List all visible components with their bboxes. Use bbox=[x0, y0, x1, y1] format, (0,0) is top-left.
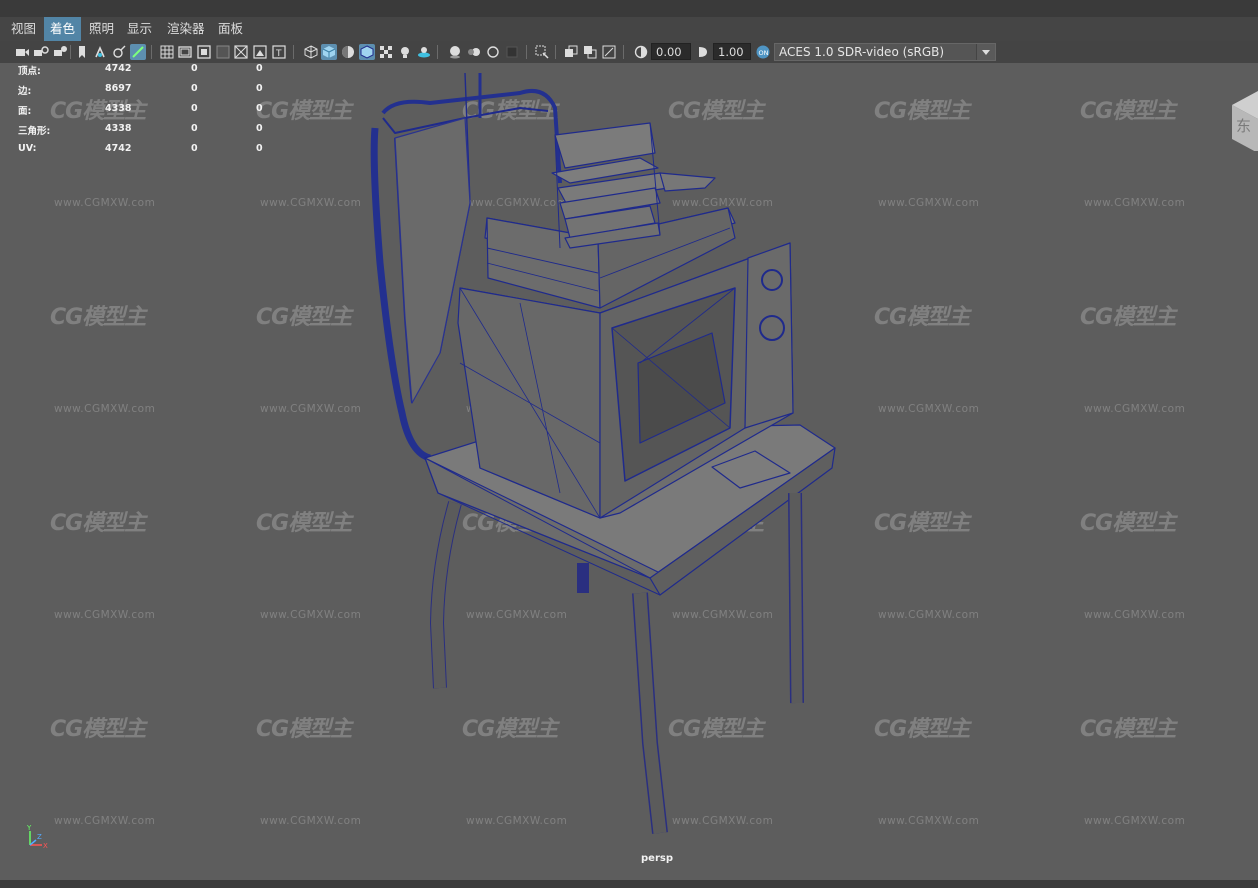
svg-text:ON: ON bbox=[759, 49, 769, 57]
chevron-down-icon bbox=[976, 44, 995, 60]
bottom-bar bbox=[0, 880, 1258, 888]
wireframe-on-shaded-icon[interactable] bbox=[359, 44, 375, 60]
depth-of-field-icon[interactable] bbox=[504, 44, 520, 60]
toolbar-separator bbox=[293, 45, 294, 59]
anti-aliasing-icon[interactable] bbox=[485, 44, 501, 60]
ambient-occlusion-icon[interactable] bbox=[447, 44, 463, 60]
view-transform-value: ACES 1.0 SDR-video (sRGB) bbox=[779, 45, 945, 59]
svg-text:T: T bbox=[275, 49, 282, 59]
svg-text:Y: Y bbox=[26, 824, 32, 832]
camera-icon[interactable] bbox=[14, 44, 30, 60]
camera-label: persp bbox=[641, 853, 673, 864]
view-transform-dropdown[interactable]: ACES 1.0 SDR-video (sRGB) bbox=[774, 43, 996, 61]
exposure-field[interactable]: 0.00 bbox=[651, 43, 691, 60]
film-gate-icon[interactable] bbox=[177, 44, 193, 60]
exposure-icon[interactable] bbox=[633, 44, 649, 60]
toolbar-separator bbox=[437, 45, 438, 59]
xray-active-components-icon[interactable] bbox=[582, 44, 598, 60]
viewport-toolbar: T 0.00 1.00 ON ACES 1.0 SDR-video (sRGB) bbox=[0, 41, 1258, 63]
smooth-shade-icon[interactable] bbox=[321, 44, 337, 60]
2d-pan-zoom-icon[interactable] bbox=[92, 44, 108, 60]
wireframe-model[interactable] bbox=[0, 63, 1258, 880]
image-plane-icon[interactable] bbox=[74, 44, 90, 60]
safe-action-icon[interactable] bbox=[252, 44, 268, 60]
menu-shading[interactable]: 着色 bbox=[44, 17, 82, 41]
menu-renderer[interactable]: 渲染器 bbox=[161, 17, 211, 41]
toolbar-separator bbox=[70, 45, 71, 59]
xray-icon[interactable] bbox=[563, 44, 579, 60]
view-cube-label: 东 bbox=[1236, 117, 1251, 135]
bookmark-icon[interactable] bbox=[52, 44, 68, 60]
menu-view[interactable]: 视图 bbox=[5, 17, 42, 41]
menu-show[interactable]: 显示 bbox=[121, 17, 158, 41]
viewport-menubar: 视图 着色 照明 显示 渲染器 面板 bbox=[0, 17, 1258, 41]
wireframe-icon[interactable] bbox=[303, 44, 319, 60]
grease-pencil-icon[interactable] bbox=[111, 44, 127, 60]
gamma-field[interactable]: 1.00 bbox=[713, 43, 751, 60]
gamma-icon[interactable] bbox=[695, 44, 711, 60]
default-material-icon[interactable] bbox=[340, 44, 356, 60]
axis-indicator: Y X Z bbox=[22, 823, 52, 853]
svg-text:X: X bbox=[43, 842, 48, 850]
grid-icon[interactable] bbox=[159, 44, 175, 60]
pencil-icon[interactable] bbox=[130, 44, 146, 60]
isolate-select-icon[interactable] bbox=[534, 44, 550, 60]
shadows-icon[interactable] bbox=[416, 44, 432, 60]
resolution-gate-icon[interactable] bbox=[196, 44, 212, 60]
3d-viewport[interactable]: 顶点: 4742 0 0 边: 8697 0 0 面: 4338 0 0 三角形: 4338 0 0 UV: 47… bbox=[0, 63, 1258, 880]
toolbar-separator bbox=[555, 45, 556, 59]
toolbar-separator bbox=[151, 45, 152, 59]
menu-lighting[interactable]: 照明 bbox=[83, 17, 120, 41]
xray-joints-icon[interactable] bbox=[601, 44, 617, 60]
color-management-icon[interactable]: ON bbox=[755, 44, 771, 60]
lights-icon[interactable] bbox=[397, 44, 413, 60]
svg-text:Z: Z bbox=[37, 833, 42, 841]
view-cube[interactable]: 东 bbox=[1232, 91, 1258, 153]
textured-icon[interactable] bbox=[378, 44, 394, 60]
field-chart-icon[interactable] bbox=[233, 44, 249, 60]
toolbar-separator bbox=[526, 45, 527, 59]
gate-mask-icon[interactable] bbox=[215, 44, 231, 60]
camera-attributes-icon[interactable] bbox=[33, 44, 49, 60]
top-strip bbox=[0, 0, 1258, 17]
toolbar-separator bbox=[623, 45, 624, 59]
menu-panels[interactable]: 面板 bbox=[212, 17, 249, 41]
safe-title-icon[interactable]: T bbox=[271, 44, 287, 60]
motion-blur-icon[interactable] bbox=[466, 44, 482, 60]
